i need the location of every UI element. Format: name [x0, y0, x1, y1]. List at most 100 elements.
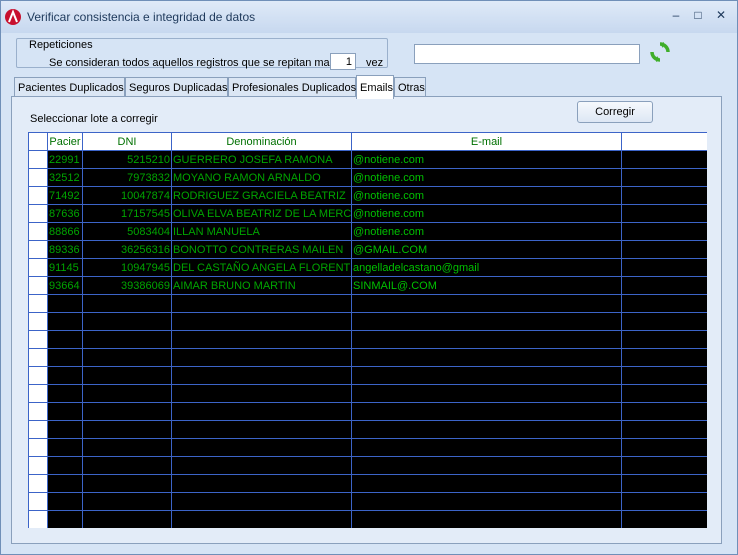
row-selector[interactable] [28, 276, 48, 295]
table-row[interactable] [28, 294, 707, 313]
cell-denominacion[interactable]: OLIVA ELVA BEATRIZ DE LA MERC [171, 204, 352, 223]
table-row[interactable]: 71492 10047874 RODRIGUEZ GRACIELA BEATRIZ @… [28, 186, 707, 205]
cell-email[interactable] [351, 294, 622, 313]
cell-denominacion[interactable] [171, 510, 352, 528]
tab-seguros-duplicadas[interactable]: Seguros Duplicadas [125, 77, 228, 97]
cell-dni[interactable] [82, 402, 172, 421]
cell-dni[interactable]: 5083404 [82, 222, 172, 241]
cell-paciente[interactable] [47, 384, 83, 403]
cell-extra[interactable] [621, 492, 707, 511]
cell-paciente[interactable]: 32512 [47, 168, 83, 187]
cell-email[interactable] [351, 384, 622, 403]
table-row[interactable] [28, 438, 707, 457]
cell-paciente[interactable] [47, 474, 83, 493]
cell-extra[interactable] [621, 474, 707, 493]
cell-denominacion[interactable] [171, 420, 352, 439]
cell-extra[interactable] [621, 222, 707, 241]
row-selector[interactable] [28, 330, 48, 349]
cell-denominacion[interactable]: ILLAN MANUELA [171, 222, 352, 241]
cell-denominacion[interactable]: AIMAR BRUNO MARTIN [171, 276, 352, 295]
cell-email[interactable]: @GMAIL.COM [351, 240, 622, 259]
table-row[interactable]: 91145 10947945 DEL CASTAÑO ANGELA FLORENT a… [28, 258, 707, 277]
cell-dni[interactable] [82, 456, 172, 475]
table-row[interactable]: 32512 7973832 MOYANO RAMON ARNALDO @notiene… [28, 168, 707, 187]
cell-dni[interactable] [82, 492, 172, 511]
cell-email[interactable]: @notiene.com [351, 150, 622, 169]
cell-denominacion[interactable] [171, 456, 352, 475]
col-header-extra[interactable] [621, 132, 707, 151]
cell-dni[interactable] [82, 510, 172, 528]
row-selector[interactable] [28, 348, 48, 367]
cell-dni[interactable]: 17157545 [82, 204, 172, 223]
cell-paciente[interactable] [47, 510, 83, 528]
row-selector[interactable] [28, 384, 48, 403]
row-selector[interactable] [28, 312, 48, 331]
cell-dni[interactable] [82, 348, 172, 367]
row-selector[interactable] [28, 456, 48, 475]
table-row[interactable] [28, 384, 707, 403]
cell-extra[interactable] [621, 276, 707, 295]
maximize-icon[interactable]: □ [689, 7, 707, 23]
cell-denominacion[interactable]: RODRIGUEZ GRACIELA BEATRIZ [171, 186, 352, 205]
row-selector[interactable] [28, 222, 48, 241]
cell-email[interactable]: @notiene.com [351, 222, 622, 241]
cell-extra[interactable] [621, 438, 707, 457]
close-icon[interactable]: ✕ [712, 7, 730, 23]
cell-email[interactable] [351, 456, 622, 475]
cell-extra[interactable] [621, 366, 707, 385]
table-row[interactable] [28, 348, 707, 367]
table-row[interactable]: 87636 17157545 OLIVA ELVA BEATRIZ DE LA ME… [28, 204, 707, 223]
cell-email[interactable]: @notiene.com [351, 204, 622, 223]
row-selector[interactable] [28, 492, 48, 511]
title-bar[interactable]: Verificar consistencia e integridad de d… [1, 1, 737, 33]
cell-dni[interactable] [82, 366, 172, 385]
refresh-icon[interactable] [649, 41, 671, 63]
cell-dni[interactable]: 39386069 [82, 276, 172, 295]
cell-paciente[interactable] [47, 312, 83, 331]
cell-extra[interactable] [621, 312, 707, 331]
cell-paciente[interactable] [47, 402, 83, 421]
table-row[interactable] [28, 474, 707, 493]
cell-email[interactable] [351, 420, 622, 439]
minimize-icon[interactable]: – [667, 7, 685, 23]
cell-dni[interactable]: 10947945 [82, 258, 172, 277]
cell-paciente[interactable] [47, 438, 83, 457]
cell-dni[interactable] [82, 474, 172, 493]
table-row[interactable] [28, 510, 707, 528]
cell-denominacion[interactable]: GUERRERO JOSEFA RAMONA [171, 150, 352, 169]
cell-extra[interactable] [621, 348, 707, 367]
table-row[interactable]: 88866 5083404 ILLAN MANUELA @notiene.com [28, 222, 707, 241]
row-selector[interactable] [28, 366, 48, 385]
cell-email[interactable]: @notiene.com [351, 186, 622, 205]
cell-denominacion[interactable] [171, 402, 352, 421]
cell-denominacion[interactable]: DEL CASTAÑO ANGELA FLORENT [171, 258, 352, 277]
tab-emails[interactable]: Emails [356, 75, 394, 99]
table-row[interactable] [28, 420, 707, 439]
row-selector-header[interactable] [28, 132, 48, 151]
cell-denominacion[interactable] [171, 348, 352, 367]
cell-extra[interactable] [621, 204, 707, 223]
table-row[interactable] [28, 312, 707, 331]
row-selector[interactable] [28, 438, 48, 457]
cell-email[interactable] [351, 438, 622, 457]
row-selector[interactable] [28, 168, 48, 187]
repeticiones-input[interactable]: 1 [330, 53, 356, 70]
row-selector[interactable] [28, 204, 48, 223]
cell-denominacion[interactable] [171, 312, 352, 331]
cell-paciente[interactable]: 71492 [47, 186, 83, 205]
cell-email[interactable] [351, 330, 622, 349]
cell-email[interactable] [351, 510, 622, 528]
cell-dni[interactable] [82, 294, 172, 313]
tab-pacientes-duplicados[interactable]: Pacientes Duplicados [14, 77, 125, 97]
cell-paciente[interactable] [47, 366, 83, 385]
row-selector[interactable] [28, 510, 48, 528]
corregir-button[interactable]: Corregir [577, 101, 653, 123]
cell-denominacion[interactable] [171, 330, 352, 349]
cell-extra[interactable] [621, 294, 707, 313]
cell-dni[interactable] [82, 420, 172, 439]
search-input[interactable] [414, 44, 640, 64]
cell-email[interactable] [351, 366, 622, 385]
table-row[interactable] [28, 456, 707, 475]
table-row[interactable] [28, 402, 707, 421]
cell-extra[interactable] [621, 456, 707, 475]
